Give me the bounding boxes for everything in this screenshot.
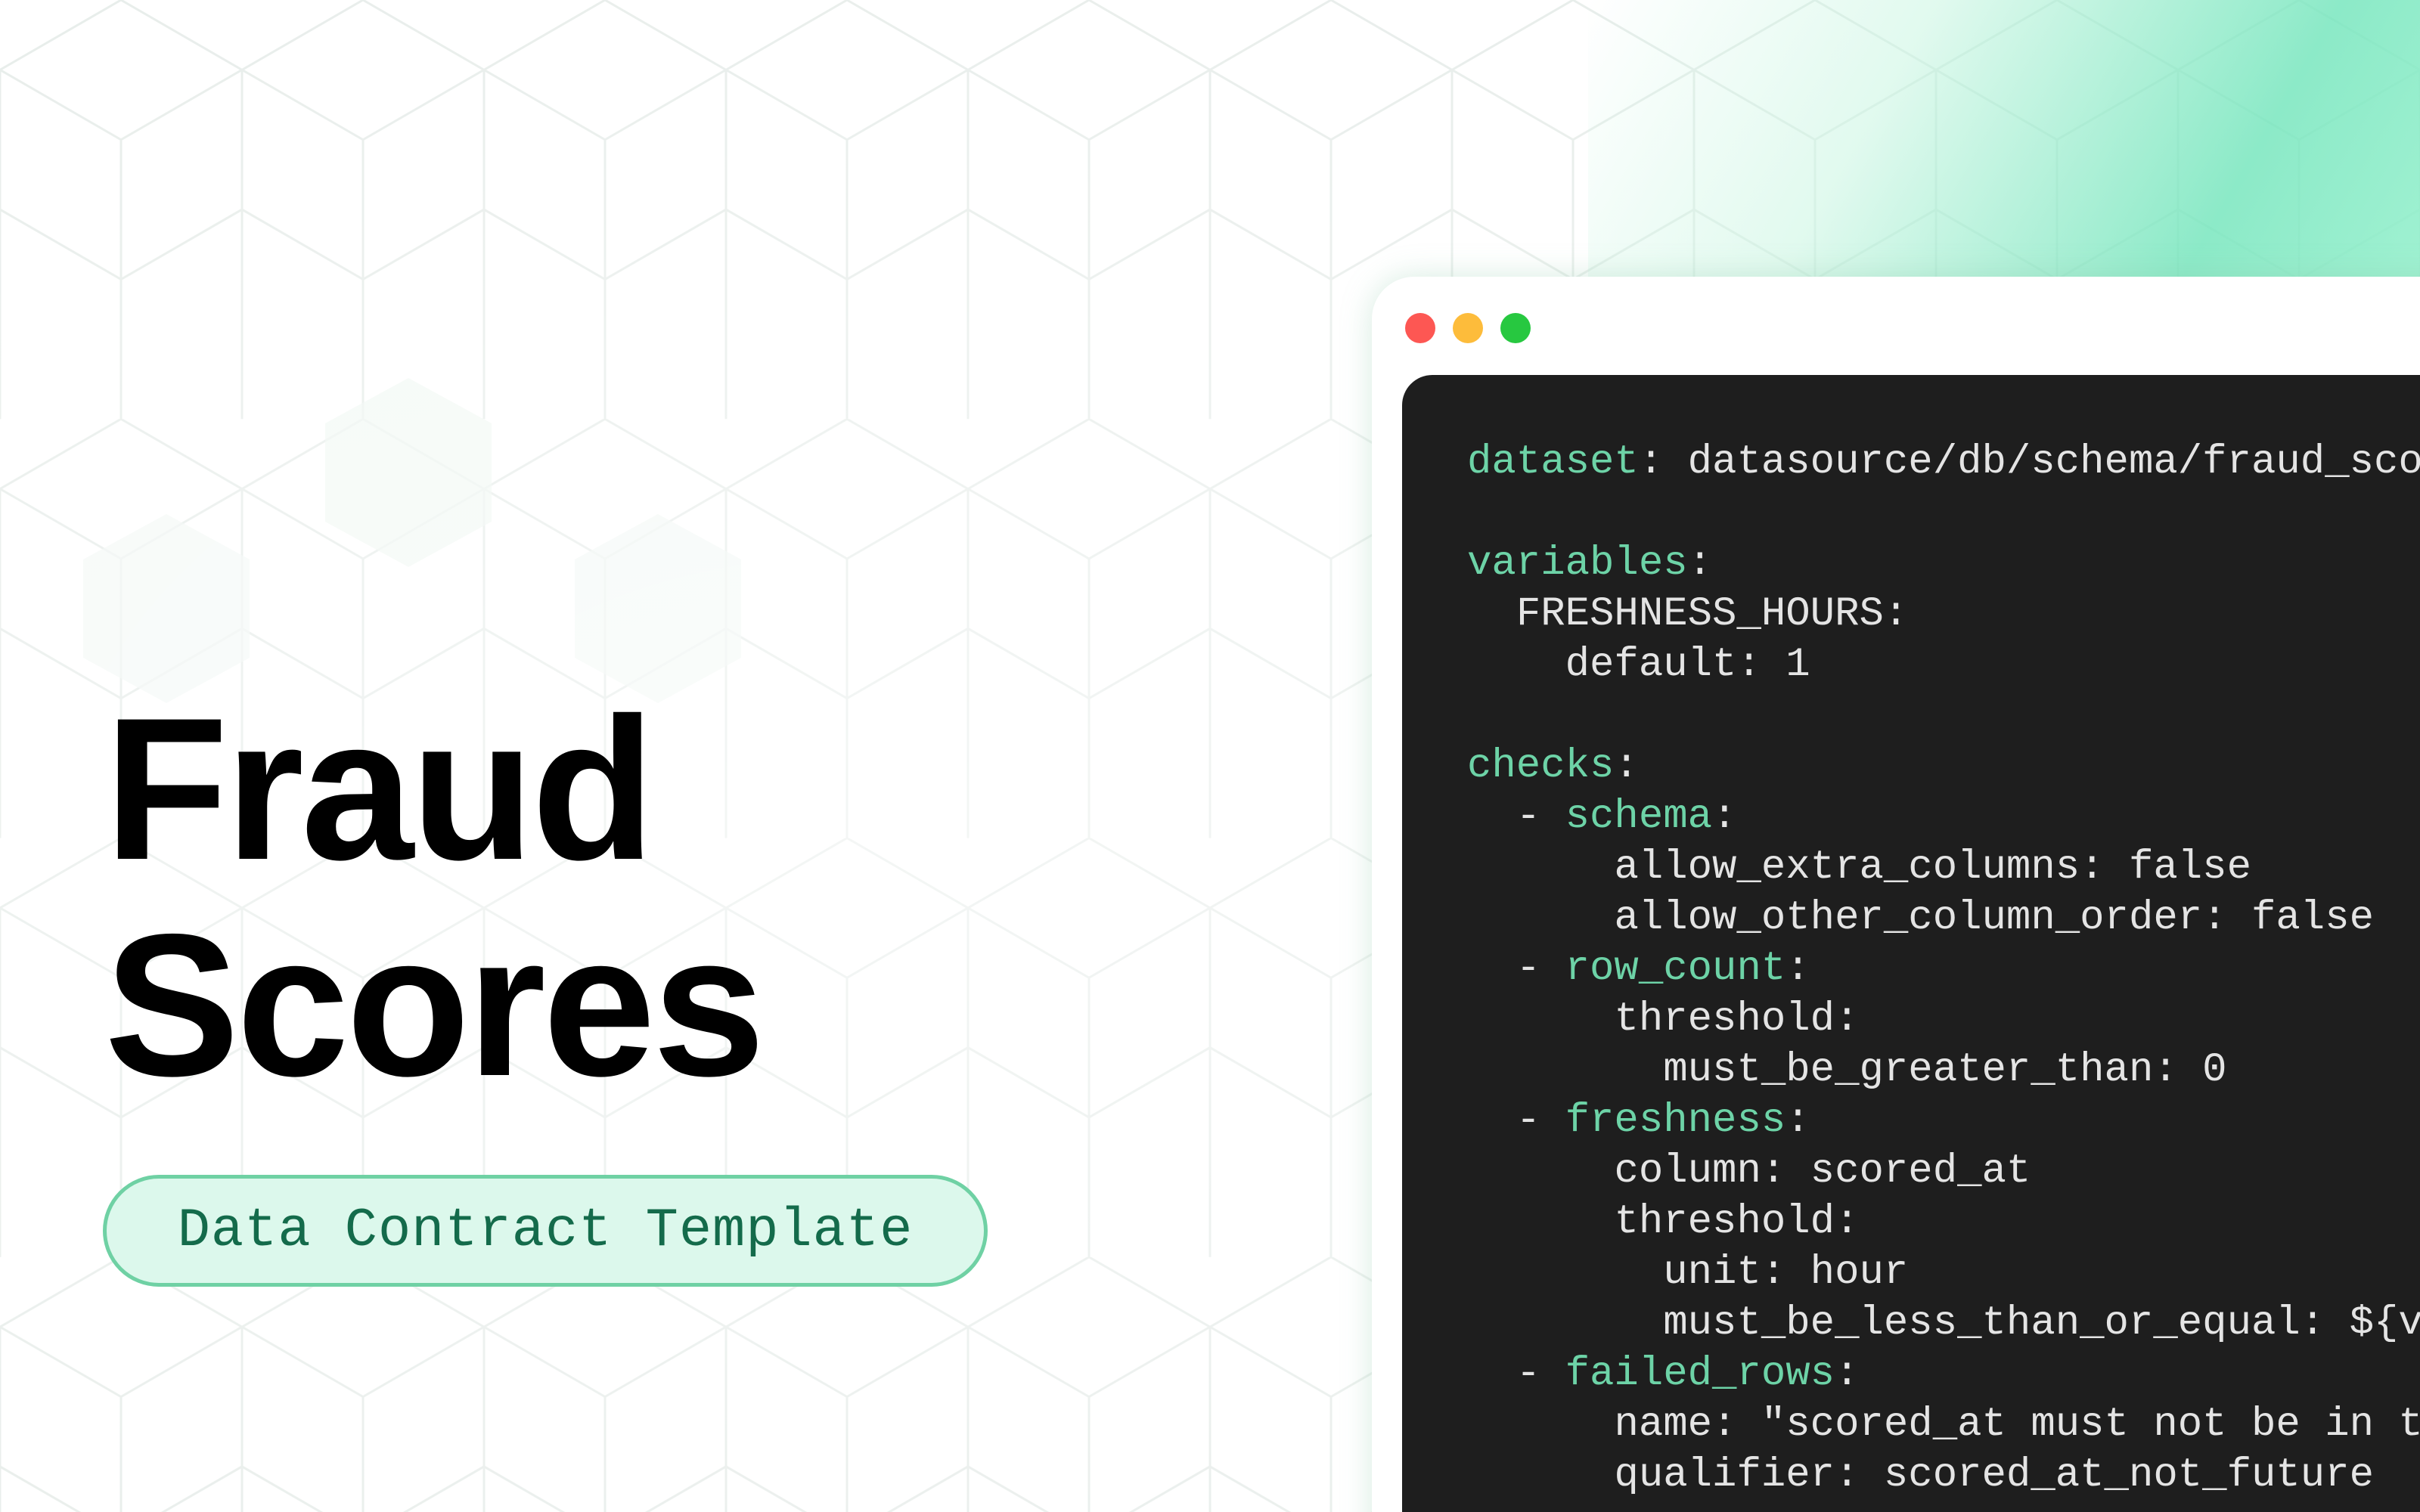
code-key: schema — [1565, 794, 1713, 840]
code-line: unit: hour — [1467, 1247, 2420, 1298]
code-text: : — [1786, 1098, 1810, 1144]
template-type-badge: Data Contract Template — [103, 1175, 988, 1287]
code-line: checks: — [1467, 741, 2420, 792]
code-line: column: scored_at — [1467, 1146, 2420, 1197]
code-text: threshold: — [1614, 996, 1860, 1043]
code-line: default: 1 — [1467, 640, 2420, 690]
code-line: allow_extra_columns: false — [1467, 842, 2420, 893]
code-text: column: scored_at — [1614, 1148, 2031, 1194]
code-key: dataset — [1467, 439, 1639, 485]
minimize-icon[interactable] — [1453, 313, 1483, 343]
mint-gradient-glow — [1588, 0, 2420, 302]
yaml-code-block: dataset: datasource/db/schema/fraud_sco … — [1402, 375, 2420, 1501]
code-line: - row_count: — [1467, 946, 1810, 992]
code-text: must_be_less_than_or_equal: ${v — [1663, 1300, 2420, 1346]
code-line: - freshness: — [1467, 1098, 1810, 1144]
code-text: : — [1786, 946, 1810, 992]
code-text: must_be_greater_than: 0 — [1663, 1047, 2227, 1093]
code-line: must_be_less_than_or_equal: ${v — [1467, 1298, 2420, 1349]
code-text: FRESHNESS_HOURS: — [1516, 591, 1909, 637]
code-key: failed_rows — [1565, 1351, 1835, 1397]
code-line: name: "scored_at must not be in t — [1467, 1399, 2420, 1450]
code-editor: dataset: datasource/db/schema/fraud_sco … — [1402, 375, 2420, 1512]
code-text: : — [1687, 541, 1713, 587]
code-key: checks — [1467, 743, 1615, 789]
code-line: allow_other_column_order: false — [1467, 893, 2420, 943]
maximize-icon[interactable] — [1500, 313, 1531, 343]
code-text: name: "scored_at must not be in t — [1614, 1402, 2420, 1448]
page-title-line-2: Scores — [104, 891, 765, 1118]
code-key: freshness — [1565, 1098, 1786, 1144]
page-title: Fraud Scores — [104, 675, 765, 1118]
code-line: threshold: — [1467, 1197, 2420, 1247]
code-line: must_be_greater_than: 0 — [1467, 1045, 2420, 1095]
code-line: variables: — [1467, 538, 2420, 589]
code-line: - failed_rows: — [1467, 1351, 1860, 1397]
code-window: dataset: datasource/db/schema/fraud_sco … — [1372, 277, 2420, 1512]
code-key: variables — [1467, 541, 1688, 587]
code-text: default: 1 — [1565, 642, 1810, 688]
code-text: : — [1614, 743, 1639, 789]
code-line: - schema: — [1467, 794, 1737, 840]
code-line: FRESHNESS_HOURS: — [1467, 589, 2420, 640]
code-text: qualifier: scored_at_not_future — [1614, 1452, 2375, 1498]
code-line: threshold: — [1467, 994, 2420, 1045]
code-line: dataset: datasource/db/schema/fraud_sco — [1467, 437, 2420, 488]
page-title-line-1: Fraud — [104, 675, 655, 902]
code-text: allow_other_column_order: false — [1614, 895, 2375, 941]
code-key: row_count — [1565, 946, 1786, 992]
code-text: : datasource/db/schema/fraud_sco — [1638, 439, 2420, 485]
code-text: : — [1712, 794, 1737, 840]
code-text: : — [1835, 1351, 1860, 1397]
close-icon[interactable] — [1405, 313, 1435, 343]
code-text: threshold: — [1614, 1199, 1860, 1245]
code-text: allow_extra_columns: false — [1614, 844, 2251, 891]
code-text: unit: hour — [1663, 1250, 1909, 1296]
code-line: qualifier: scored_at_not_future — [1467, 1450, 2420, 1501]
